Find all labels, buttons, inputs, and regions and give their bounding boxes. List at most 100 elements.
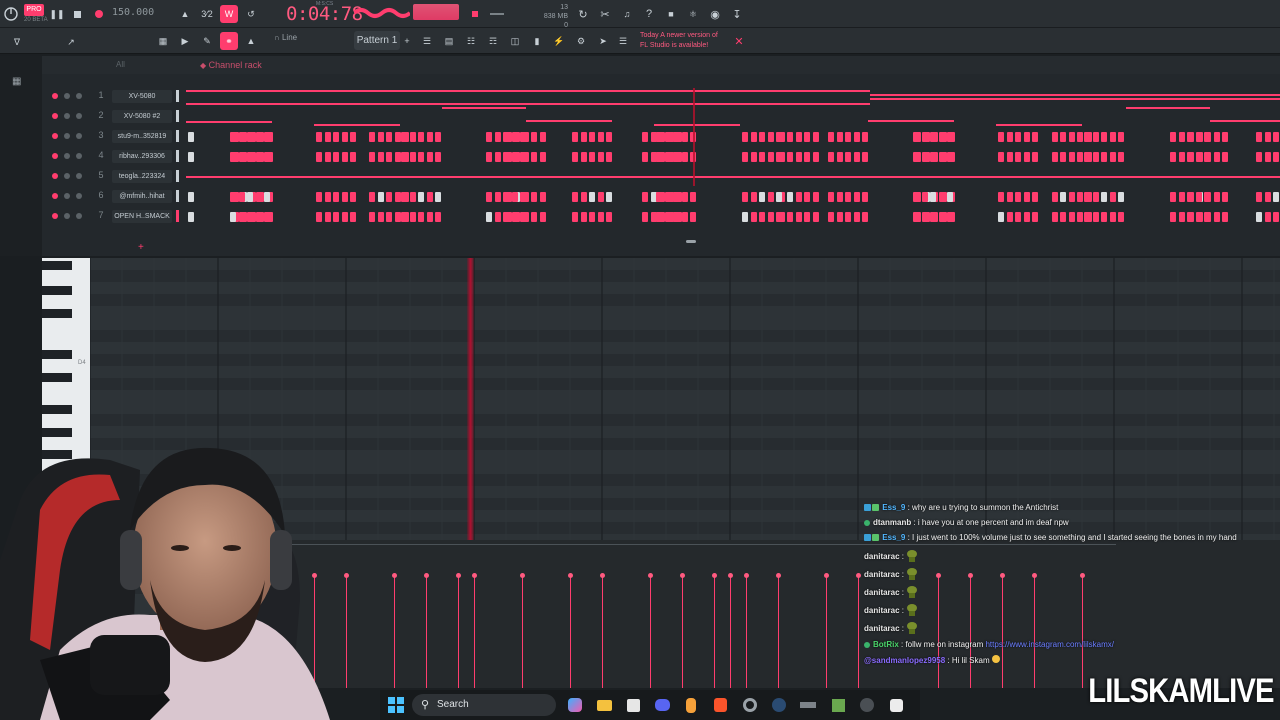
- plugin-icon[interactable]: ⚛: [684, 5, 702, 23]
- step-button[interactable]: [350, 192, 356, 202]
- step-button[interactable]: [418, 132, 424, 142]
- cut-icon[interactable]: ✂: [596, 5, 614, 23]
- step-button[interactable]: [255, 132, 262, 142]
- step-button[interactable]: [673, 192, 679, 202]
- step-button[interactable]: [1222, 132, 1229, 142]
- step-button[interactable]: [597, 152, 604, 162]
- step-button[interactable]: [656, 212, 662, 222]
- velocity-bar[interactable]: [824, 573, 829, 688]
- step-button[interactable]: [938, 132, 945, 142]
- step-button[interactable]: [947, 152, 953, 162]
- step-button[interactable]: [435, 192, 441, 202]
- velocity-bar[interactable]: [1032, 573, 1037, 688]
- chat-username[interactable]: danitarac: [864, 588, 900, 597]
- step-button[interactable]: [1051, 212, 1058, 222]
- step-button[interactable]: [1051, 192, 1058, 202]
- step-button[interactable]: [435, 212, 441, 222]
- velocity-bar[interactable]: [856, 573, 861, 688]
- step-button[interactable]: [795, 152, 802, 162]
- channel-pan-knob[interactable]: [64, 133, 70, 139]
- step-button[interactable]: [776, 132, 782, 142]
- step-button[interactable]: [394, 192, 401, 202]
- step-button[interactable]: [1032, 212, 1038, 222]
- step-button[interactable]: [1101, 152, 1107, 162]
- channel-pan-knob[interactable]: [64, 113, 70, 119]
- velocity-bar[interactable]: [1000, 573, 1005, 688]
- step-button[interactable]: [1051, 132, 1058, 142]
- discord-icon[interactable]: [652, 695, 672, 715]
- step-button[interactable]: [1006, 192, 1013, 202]
- channel-mute-icon[interactable]: [52, 193, 58, 199]
- step-button[interactable]: [938, 192, 945, 202]
- paint-tool-icon[interactable]: ⚭: [220, 32, 238, 50]
- collapse-icon[interactable]: ∇: [8, 33, 26, 51]
- chat-username[interactable]: dtanmanb: [873, 518, 911, 527]
- channel-volume-knob[interactable]: [76, 153, 82, 159]
- 4k-app-icon[interactable]: [857, 695, 877, 715]
- step-button[interactable]: [1204, 132, 1210, 142]
- step-button[interactable]: [947, 132, 953, 142]
- step-button[interactable]: [418, 152, 424, 162]
- step-button[interactable]: [188, 192, 194, 202]
- step-button[interactable]: [324, 192, 331, 202]
- step-button[interactable]: [1170, 212, 1176, 222]
- step-button[interactable]: [531, 132, 538, 142]
- step-button[interactable]: [998, 132, 1004, 142]
- channel-name-button[interactable]: XV-5080 #2: [112, 110, 172, 123]
- step-button[interactable]: [1187, 132, 1193, 142]
- chrome-icon[interactable]: [740, 695, 760, 715]
- step-button[interactable]: [1118, 192, 1124, 202]
- step-button[interactable]: [776, 212, 782, 222]
- step-button[interactable]: [750, 212, 757, 222]
- step-button[interactable]: [1195, 192, 1202, 202]
- step-button[interactable]: [845, 152, 851, 162]
- step-button[interactable]: [642, 152, 649, 162]
- rack-scrollbar[interactable]: [686, 240, 696, 243]
- close-news-icon[interactable]: ✕: [730, 32, 748, 50]
- step-button[interactable]: [1170, 152, 1176, 162]
- channel-rack-icon[interactable]: ☷: [462, 32, 480, 50]
- step-button[interactable]: [316, 152, 322, 162]
- channel-mute-icon[interactable]: [52, 213, 58, 219]
- add-channel-icon[interactable]: +: [138, 242, 144, 253]
- channel-name-button[interactable]: @mfmih..hihat: [112, 190, 172, 203]
- step-button[interactable]: [1109, 212, 1116, 222]
- step-button[interactable]: [1118, 212, 1124, 222]
- step-button[interactable]: [836, 212, 843, 222]
- step-button[interactable]: [377, 152, 384, 162]
- step-button[interactable]: [812, 132, 819, 142]
- step-button[interactable]: [759, 152, 765, 162]
- step-button[interactable]: [804, 132, 811, 142]
- black-key[interactable]: [42, 261, 72, 270]
- step-button[interactable]: [664, 212, 671, 222]
- channel-mute-icon[interactable]: [52, 93, 58, 99]
- step-button[interactable]: [690, 212, 696, 222]
- capcut-icon[interactable]: [886, 695, 906, 715]
- step-button[interactable]: [1051, 152, 1058, 162]
- step-button[interactable]: [681, 212, 688, 222]
- step-button[interactable]: [1077, 212, 1084, 222]
- step-button[interactable]: [377, 212, 384, 222]
- channel-name-button[interactable]: teogla..223324: [112, 170, 172, 183]
- channel-pan-knob[interactable]: [64, 153, 70, 159]
- chat-username[interactable]: @sandmanlopez9958: [864, 656, 945, 665]
- velocity-bar[interactable]: [744, 573, 749, 688]
- stop-button[interactable]: [68, 5, 86, 23]
- step-button[interactable]: [1187, 212, 1193, 222]
- step-button[interactable]: [255, 152, 262, 162]
- step-button[interactable]: [947, 212, 953, 222]
- velocity-bar[interactable]: [712, 573, 717, 688]
- velocity-bar[interactable]: [648, 573, 653, 688]
- step-button[interactable]: [1006, 132, 1013, 142]
- step-button[interactable]: [938, 212, 945, 222]
- step-button[interactable]: [1068, 212, 1075, 222]
- step-button[interactable]: [409, 192, 416, 202]
- step-button[interactable]: [1023, 192, 1030, 202]
- step-button[interactable]: [238, 132, 245, 142]
- save-icon[interactable]: ■: [662, 5, 680, 23]
- step-button[interactable]: [520, 212, 526, 222]
- step-button[interactable]: [1092, 132, 1099, 142]
- step-button[interactable]: [1015, 192, 1021, 202]
- velocity-bar[interactable]: [472, 573, 477, 688]
- velocity-bar[interactable]: [776, 573, 781, 688]
